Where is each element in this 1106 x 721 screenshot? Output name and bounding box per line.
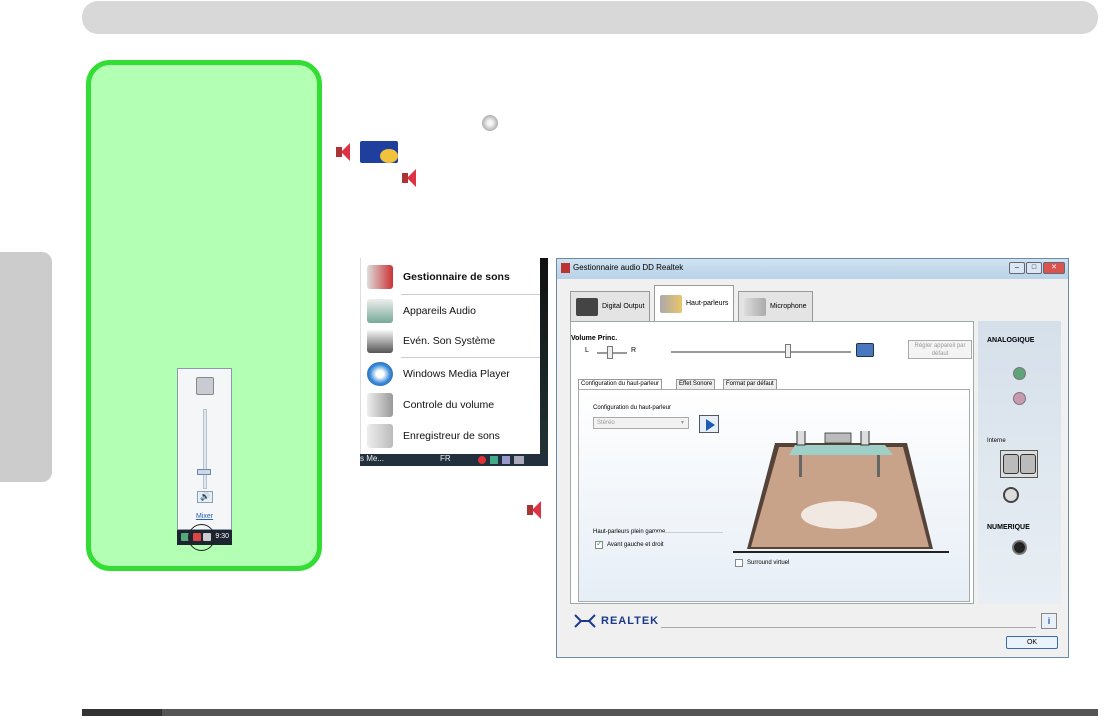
internal-label: Interne	[987, 438, 1006, 444]
tray-icon[interactable]	[502, 456, 510, 464]
menu-item-volume-control[interactable]: Controle du volume	[361, 390, 541, 420]
tray-icon[interactable]	[514, 456, 524, 464]
analog-heading: ANALOGIQUE	[987, 337, 1035, 344]
left-channel-label: L	[585, 347, 589, 354]
realtek-crab-icon	[574, 614, 596, 628]
volume-popup: 🔊 Mixer	[177, 368, 232, 530]
main-volume-slider-track[interactable]	[671, 351, 851, 353]
header-bar	[82, 1, 1098, 34]
info-button[interactable]: i	[1041, 613, 1057, 629]
speaker-icon	[402, 168, 418, 188]
speaker-icon	[336, 142, 352, 162]
menu-item-sound-recorder[interactable]: Enregistreur de sons	[361, 421, 541, 451]
green-jack-icon[interactable]	[1013, 367, 1026, 380]
audio-manager-icon	[360, 141, 398, 163]
mixer-link[interactable]: Mixer	[178, 513, 231, 520]
device-tabs: Digital Output Haut-parleurs Microphone	[570, 283, 990, 321]
ok-button[interactable]: OK	[1006, 636, 1058, 649]
menu-item-media-player[interactable]: Windows Media Player	[361, 359, 541, 389]
pink-jack-icon[interactable]	[1013, 392, 1026, 405]
menu-item-sound-manager[interactable]: Gestionnaire de sons	[361, 262, 541, 292]
taskbar: s Me... FR	[360, 454, 548, 466]
volume-label: Volume Princ.	[571, 335, 618, 342]
maximize-button[interactable]: □	[1026, 262, 1042, 274]
highlight-circle	[188, 524, 215, 551]
taskbar-item[interactable]: s Me...	[360, 454, 384, 463]
footer-bar	[82, 709, 1098, 716]
speaker-icon	[527, 500, 541, 519]
tray-icon[interactable]	[478, 456, 486, 464]
menu-separator	[401, 294, 541, 295]
front-left-right-checkbox[interactable]	[595, 539, 603, 549]
internal-speakers-icon[interactable]	[1000, 450, 1038, 478]
window-title: Gestionnaire audio DD Realtek	[573, 263, 684, 272]
mute-button[interactable]: 🔊	[197, 491, 213, 503]
cd-icon	[482, 115, 498, 131]
chevron-down-icon: ▾	[680, 420, 684, 426]
minimize-button[interactable]: –	[1009, 262, 1025, 274]
tab-speakers[interactable]: Haut-parleurs	[654, 285, 735, 321]
side-tab	[0, 252, 52, 482]
mute-speaker-icon[interactable]	[856, 343, 874, 357]
balance-slider-thumb[interactable]	[607, 346, 613, 359]
footer-bar-accent	[82, 709, 162, 716]
sound-recorder-icon	[367, 424, 393, 448]
virtual-surround-label: Surround virtuel	[747, 560, 790, 566]
menu-separator	[401, 357, 541, 358]
main-volume-slider-thumb[interactable]	[785, 344, 791, 358]
clock: 9:30	[215, 533, 229, 540]
play-test-button[interactable]	[699, 415, 719, 433]
realtek-window: Gestionnaire audio DD Realtek – □ ✕ Digi…	[556, 258, 1069, 658]
config-group-label: Configuration du haut-parleur	[593, 405, 672, 411]
speaker-icon[interactable]	[196, 377, 214, 395]
digital-jack-icon[interactable]	[1012, 540, 1027, 555]
volume-slider-thumb[interactable]	[197, 469, 211, 475]
realtek-logo: REALTEK	[601, 615, 660, 627]
volume-control-icon	[367, 393, 393, 417]
menu-item-audio-devices[interactable]: Appareils Audio	[361, 296, 541, 326]
speakers-icon	[660, 294, 682, 313]
right-channel-label: R	[631, 347, 637, 354]
tray-icon[interactable]	[490, 456, 498, 464]
menu-item-system-sounds[interactable]: Evén. Son Système	[361, 326, 541, 356]
group-divider	[653, 532, 723, 533]
tab-microphone[interactable]: Microphone	[738, 291, 813, 321]
speaker-icon	[367, 265, 393, 289]
volume-slider-track[interactable]	[203, 409, 207, 489]
digital-output-icon	[576, 297, 598, 316]
virtual-surround-checkbox[interactable]	[735, 559, 743, 567]
floor-line	[733, 551, 949, 553]
speaker-config-select[interactable]: Stéréo ▾	[593, 417, 689, 429]
speaker-room-illustration	[747, 431, 933, 549]
menu-side-strip	[540, 258, 548, 454]
internal-microphone-icon[interactable]	[1003, 487, 1019, 503]
context-menu: Gestionnaire de sons Appareils Audio Evé…	[360, 258, 548, 466]
front-left-right-label: Avant gauche et droit	[607, 542, 664, 548]
microphone-icon	[744, 297, 766, 316]
language-indicator[interactable]: FR	[440, 454, 451, 463]
system-sound-icon	[367, 329, 393, 353]
title-bar[interactable]: Gestionnaire audio DD Realtek – □ ✕	[557, 259, 1068, 279]
audio-devices-icon	[367, 299, 393, 323]
tab-digital-output[interactable]: Digital Output	[570, 291, 651, 321]
close-button[interactable]: ✕	[1043, 262, 1065, 274]
speaker-icon	[561, 263, 570, 273]
footer-divider	[661, 627, 1036, 628]
set-default-device-button[interactable]: Régler appareil par défaut	[908, 340, 972, 359]
media-player-icon	[367, 362, 393, 386]
digital-heading: NUMERIQUE	[987, 524, 1030, 531]
